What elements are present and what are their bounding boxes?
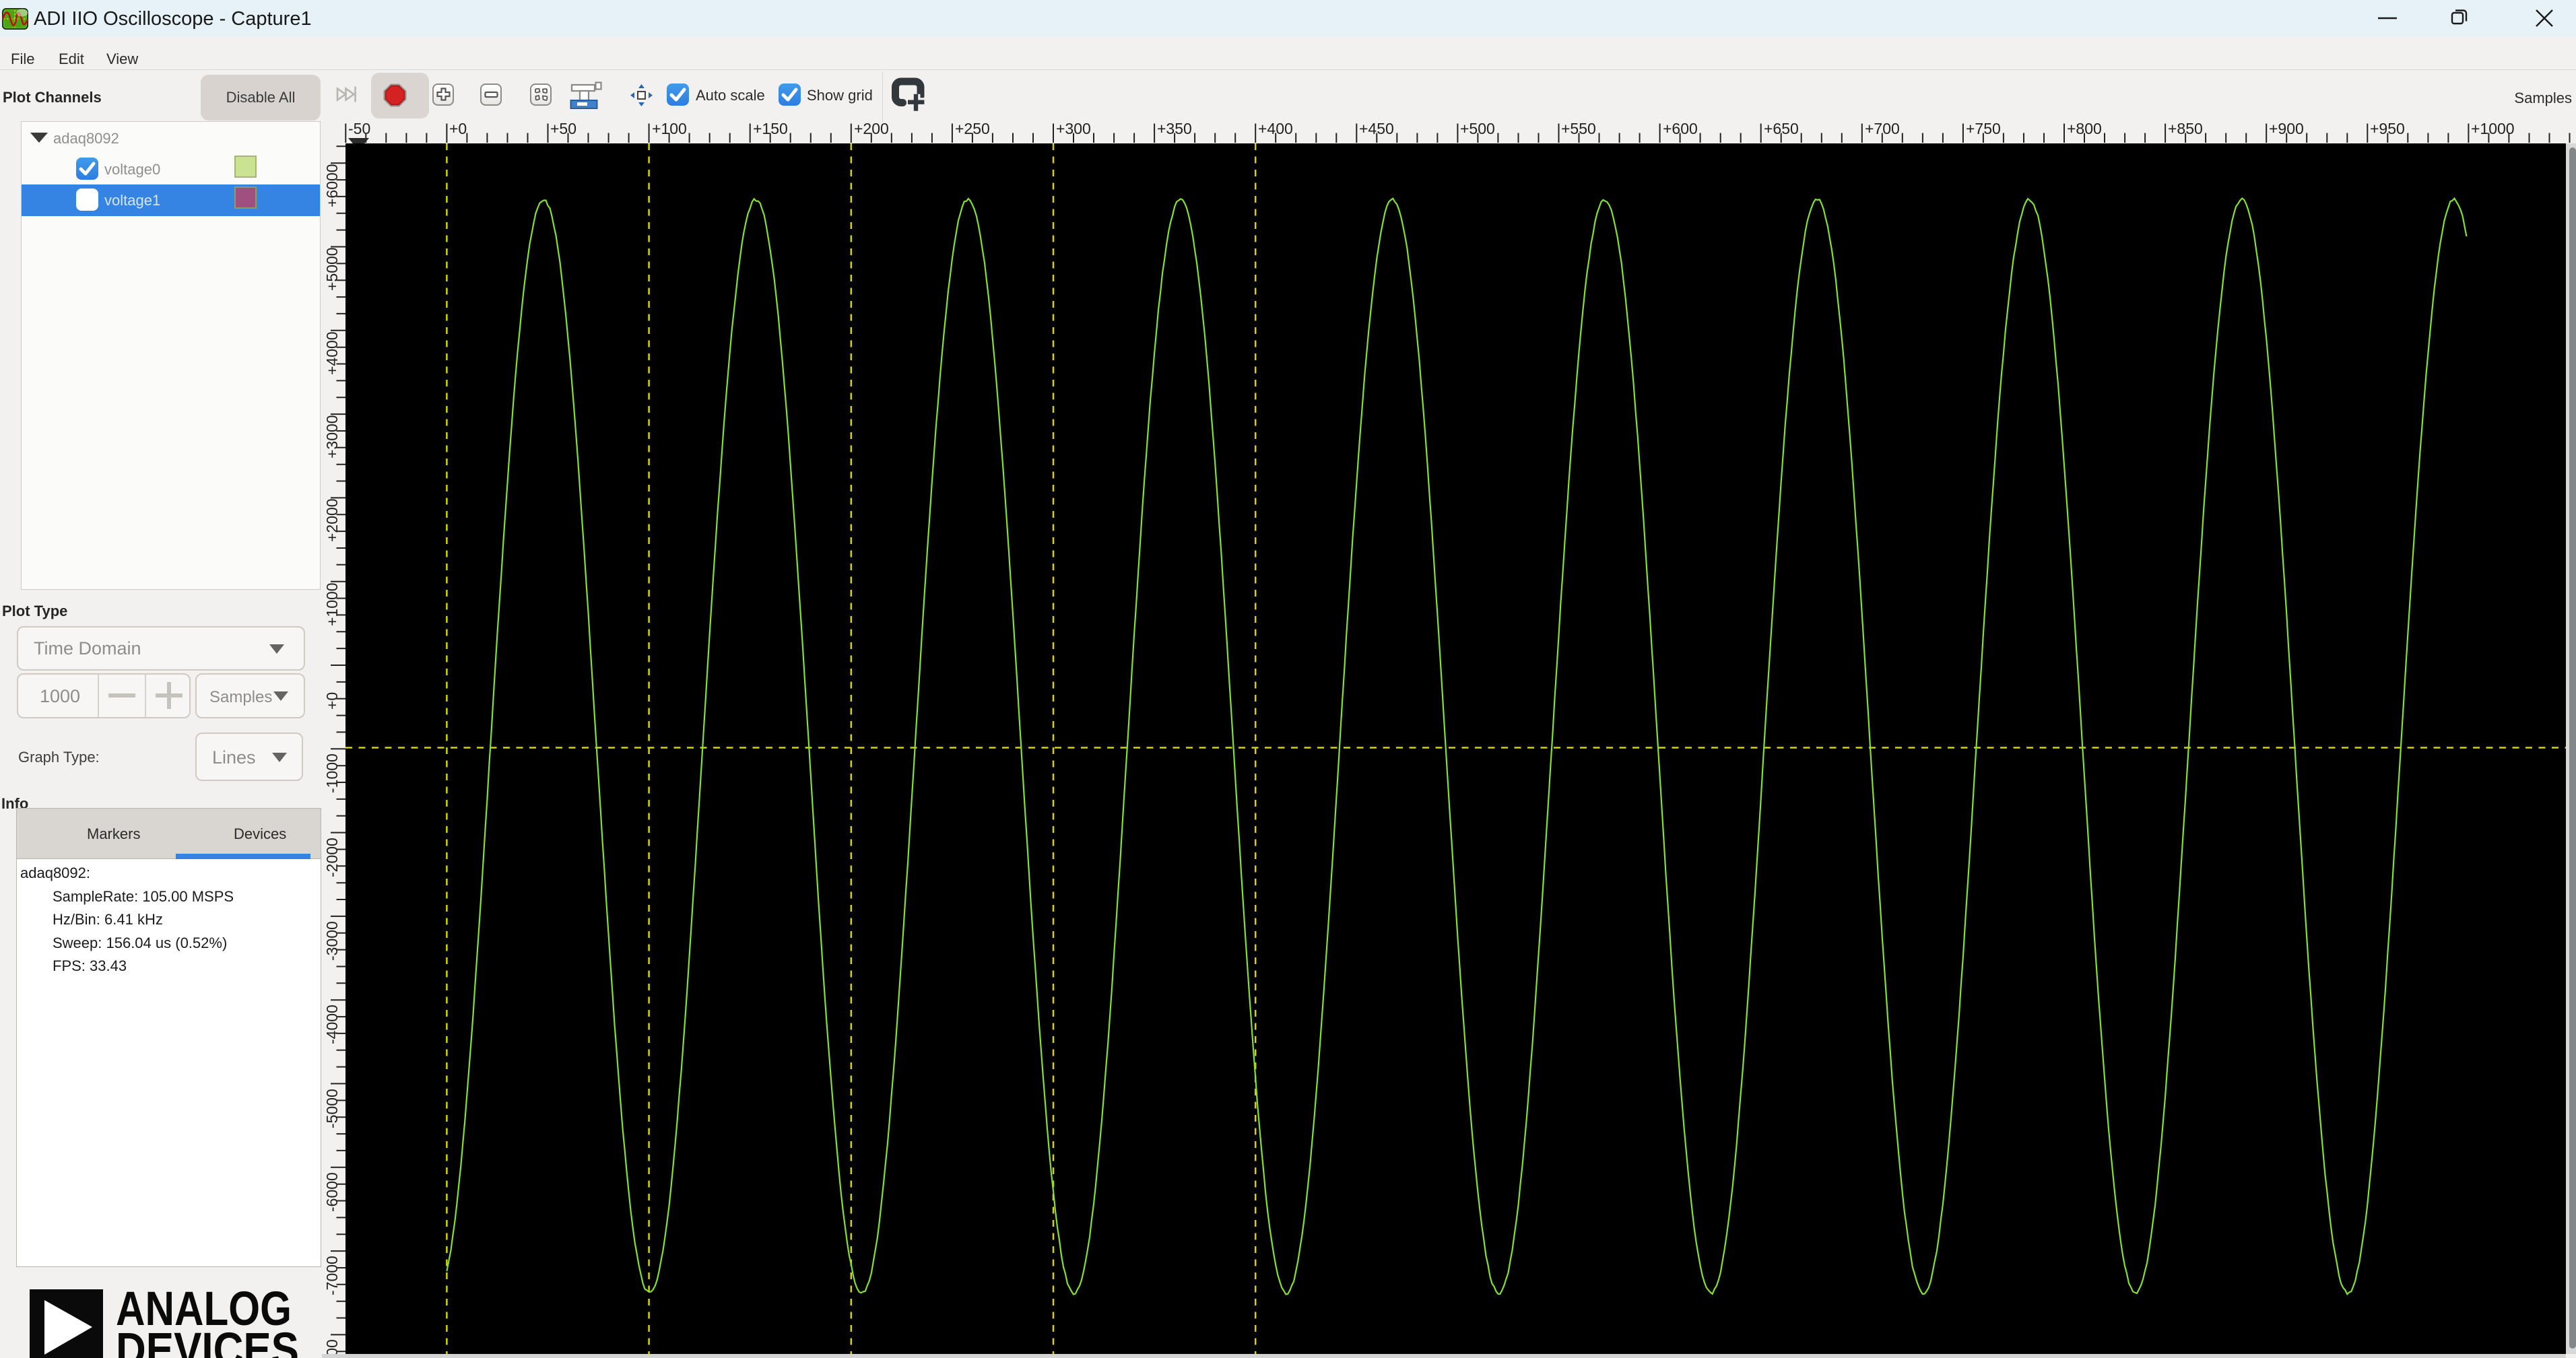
svg-text:DEVICES: DEVICES (116, 1324, 299, 1358)
